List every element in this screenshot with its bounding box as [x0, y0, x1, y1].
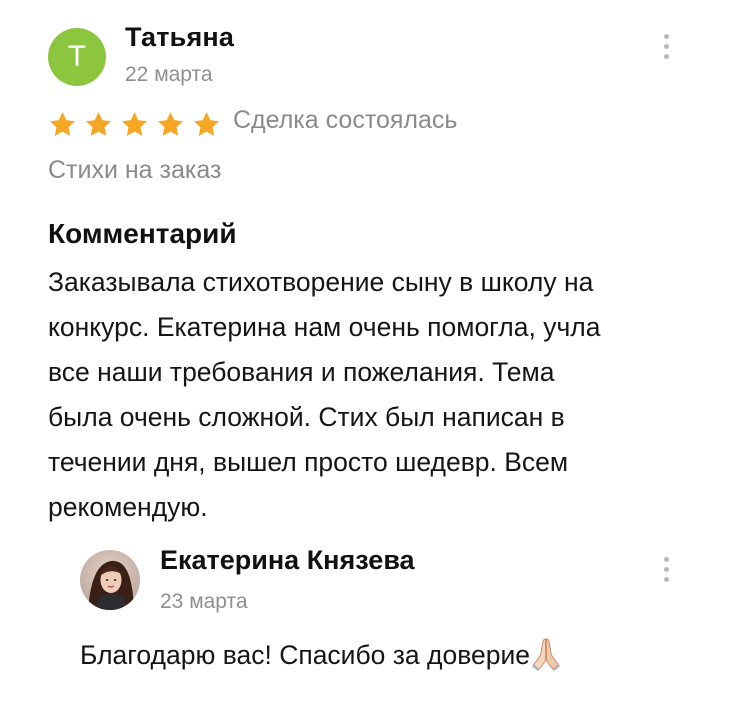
reply-author-name[interactable]: Екатерина Князева	[160, 545, 415, 576]
star-icon	[122, 111, 147, 136]
reply-avatar[interactable]	[80, 550, 140, 610]
avatar-photo	[80, 550, 140, 610]
comment-line: Заказывала стихотворение сыну в школу на	[48, 267, 594, 297]
comment-heading: Комментарий	[48, 218, 237, 249]
comment-line: была очень сложной. Стих был написан в	[48, 402, 565, 432]
service-name[interactable]: Стихи на заказ	[48, 156, 221, 185]
comment-line: течении дня, вышел просто шедевр. Всем	[48, 447, 569, 477]
reply-message: Благодарю вас! Спасибо за доверие	[80, 640, 531, 670]
star-icon	[158, 111, 183, 136]
rating-stars	[48, 104, 228, 144]
more-vertical-icon[interactable]	[656, 30, 676, 62]
star-icon	[86, 111, 111, 136]
author-avatar[interactable]: Т	[48, 28, 106, 86]
comment-text: Заказывала стихотворение сыну в школу на…	[48, 260, 708, 530]
reply-text: Благодарю вас! Спасибо за доверие	[80, 635, 561, 675]
comment-line: конкурс. Екатерина нам очень помогла, уч…	[48, 312, 601, 342]
star-icon	[194, 111, 219, 136]
review-card: Т Татьяна 22 марта Сделка состоялась Сти…	[0, 0, 750, 710]
review-date: 22 марта	[125, 63, 213, 86]
star-icon	[50, 111, 75, 136]
more-vertical-icon[interactable]	[656, 553, 676, 585]
author-name[interactable]: Татьяна	[125, 22, 234, 53]
reply-date: 23 марта	[160, 590, 248, 613]
deal-status: Сделка состоялась	[233, 106, 458, 134]
comment-line: все наши требования и пожелания. Тема	[48, 357, 555, 387]
comment-line: рекомендую.	[48, 492, 208, 522]
folded-hands-icon	[531, 638, 561, 671]
